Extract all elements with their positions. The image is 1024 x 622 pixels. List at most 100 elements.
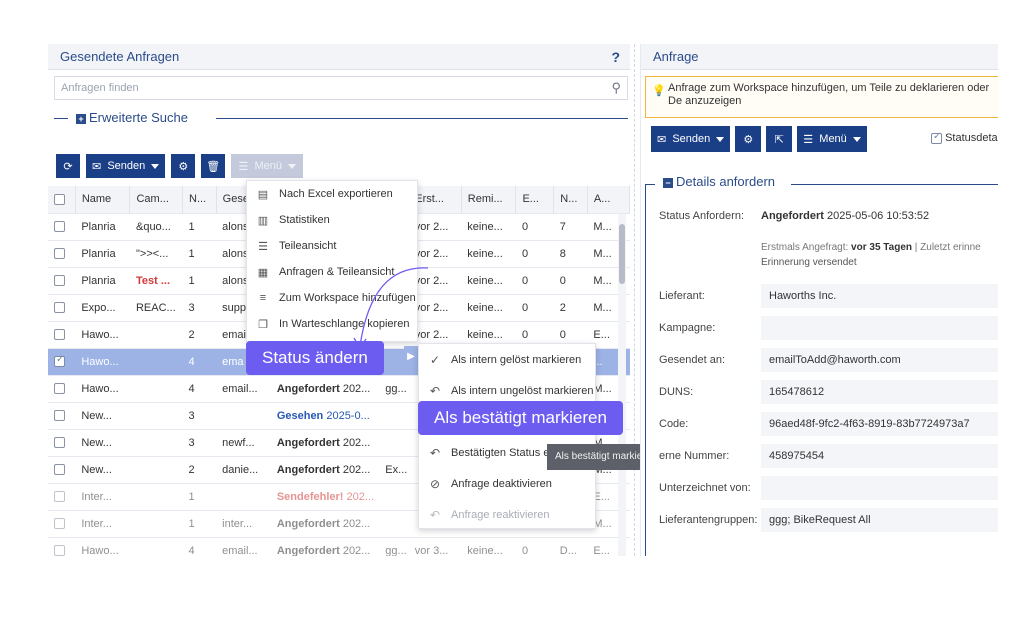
submenu-item[interactable]: ✓ Als intern gelöst markieren — [419, 344, 595, 375]
checkbox-icon[interactable] — [54, 329, 65, 341]
submenu-item-label: Anfrage reaktivieren — [451, 508, 550, 521]
check-icon: ✓ — [429, 352, 441, 367]
table-cell: REAC... — [129, 294, 183, 322]
column-header[interactable]: A... — [587, 186, 630, 214]
row-checkbox[interactable] — [48, 429, 76, 457]
checkbox-icon[interactable] — [54, 437, 65, 449]
submenu-item[interactable]: ⊘ Anfrage deaktivieren — [419, 468, 595, 499]
menu-button[interactable]: ☰ Menü — [231, 154, 304, 178]
row-checkbox[interactable] — [48, 267, 76, 295]
checkbox-icon[interactable] — [54, 491, 65, 503]
trash-icon: 🗑 — [206, 160, 221, 173]
select-all-checkbox[interactable] — [48, 186, 76, 214]
open-external-button[interactable]: ⇱ — [766, 126, 793, 152]
checkbox-icon[interactable] — [54, 410, 65, 422]
row-checkbox[interactable] — [48, 510, 76, 538]
menu-item[interactable]: ☰ Teileansicht — [247, 233, 417, 259]
settings-button[interactable]: ⚙ — [735, 126, 762, 152]
table-cell: 8 — [553, 240, 588, 268]
status-label: Status Anfordern: — [659, 210, 744, 222]
requests-parts-icon: ▦ — [257, 266, 269, 279]
table-cell: &quo... — [129, 213, 183, 241]
table-cell: keine... — [461, 294, 516, 322]
column-header[interactable]: N... — [182, 186, 217, 214]
submenu-item-label: Als intern gelöst markieren — [451, 353, 582, 366]
table-cell: inter... — [216, 510, 271, 538]
row-checkbox[interactable] — [48, 240, 76, 268]
checkbox-icon[interactable] — [54, 275, 65, 287]
column-header[interactable]: Remi... — [461, 186, 517, 214]
checkbox-icon[interactable] — [54, 221, 65, 233]
notice-text: Anfrage zum Workspace hinzufügen, um Tei… — [668, 82, 990, 107]
checkbox-icon[interactable] — [54, 354, 65, 368]
collapse-icon[interactable]: − — [663, 177, 673, 188]
row-checkbox[interactable] — [48, 483, 76, 511]
table-cell: 1 — [182, 267, 217, 295]
table-cell: vor 3... — [408, 537, 462, 556]
menu-item[interactable]: ▥ Statistiken — [247, 207, 417, 233]
search-input[interactable]: Anfragen finden ⚲ — [54, 76, 628, 100]
checkbox-icon[interactable] — [931, 131, 942, 144]
row-checkbox[interactable] — [48, 375, 76, 403]
table-row[interactable]: Hawo... 4 email... Angefordert 202... gg... v… — [48, 537, 630, 556]
search-icon[interactable]: ⚲ — [611, 77, 621, 99]
row-checkbox[interactable] — [48, 294, 76, 322]
table-scrollbar[interactable] — [618, 214, 626, 556]
row-checkbox[interactable] — [48, 456, 76, 484]
deactivate-icon: ⊘ — [429, 476, 441, 491]
row-checkbox[interactable] — [48, 348, 76, 376]
undo-confirm-icon: ↶ — [429, 445, 441, 460]
table-cell: 0 — [515, 294, 554, 322]
row-checkbox[interactable] — [48, 213, 76, 241]
checkbox-icon[interactable] — [54, 248, 65, 260]
send-label: Senden — [672, 133, 711, 145]
column-header[interactable]: E... — [515, 186, 555, 214]
table-cell: gg... — [379, 375, 409, 403]
table-cell: Planria — [75, 267, 130, 295]
column-header[interactable]: Name — [75, 186, 131, 214]
delete-button[interactable]: 🗑 — [201, 154, 226, 178]
menu-button[interactable]: ☰ Menü — [797, 126, 867, 152]
table-cell: D... — [553, 537, 588, 556]
table-cell: Ex... — [379, 456, 409, 484]
checkbox-icon[interactable] — [54, 464, 65, 476]
excel-icon: ▤ — [257, 188, 269, 201]
column-header[interactable]: Cam... — [129, 186, 184, 214]
column-header[interactable]: N... — [553, 186, 588, 214]
checkbox-icon[interactable] — [54, 545, 65, 556]
advanced-search-toggle[interactable]: + Erweiterte Suche — [54, 108, 628, 128]
field-value — [761, 316, 998, 340]
table-cell: keine... — [461, 267, 516, 295]
status-change-chip: Status ändern — [246, 341, 384, 375]
row-checkbox[interactable] — [48, 321, 76, 349]
panel-header: Anfrage — [641, 44, 998, 70]
menu-item[interactable]: ▤ Nach Excel exportieren — [247, 181, 417, 207]
table-cell — [129, 483, 183, 511]
status-details-checkbox[interactable]: Statusdeta — [931, 131, 998, 144]
reactivate-icon: ↶ — [429, 507, 441, 522]
table-cell — [379, 429, 409, 457]
scroll-thumb[interactable] — [619, 224, 625, 284]
row-checkbox[interactable] — [48, 402, 76, 430]
checkbox-icon[interactable] — [54, 193, 65, 205]
expand-icon[interactable]: + — [76, 113, 86, 124]
help-icon[interactable]: ? — [611, 44, 620, 70]
field-value: 165478612 — [761, 380, 998, 404]
table-cell: Angefordert 202... — [270, 510, 380, 538]
send-button[interactable]: ✉ Senden — [651, 126, 731, 152]
details-header[interactable]: − Details anfordern — [645, 174, 998, 194]
confirm-chip[interactable]: Als bestätigt markieren — [418, 401, 623, 435]
bulb-icon: 💡 — [652, 85, 666, 97]
panel-divider[interactable] — [634, 44, 636, 556]
table-cell: 0 — [515, 240, 554, 268]
checkbox-icon[interactable] — [54, 383, 65, 395]
field-label: Code: — [659, 418, 689, 430]
refresh-button[interactable]: ⟳ — [56, 154, 80, 178]
settings-button[interactable]: ⚙ — [171, 154, 196, 178]
table-cell: Hawo... — [75, 537, 130, 556]
gear-icon: ⚙ — [178, 160, 189, 173]
checkbox-icon[interactable] — [54, 302, 65, 314]
send-button[interactable]: ✉ Senden — [86, 154, 166, 178]
row-checkbox[interactable] — [48, 537, 76, 556]
checkbox-icon[interactable] — [54, 518, 65, 530]
